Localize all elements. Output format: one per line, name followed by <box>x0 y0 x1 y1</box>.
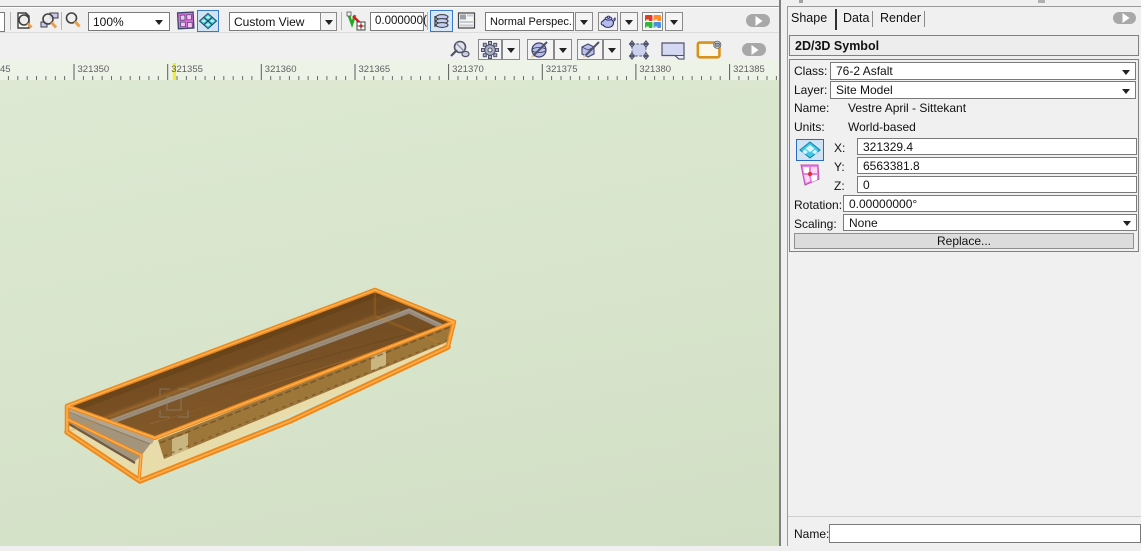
svg-text:321375: 321375 <box>546 64 578 75</box>
svg-text:321360: 321360 <box>265 64 297 75</box>
svg-text:321385: 321385 <box>733 64 765 75</box>
svg-text:321365: 321365 <box>359 64 391 75</box>
svg-text:321380: 321380 <box>639 64 671 75</box>
svg-text:321370: 321370 <box>452 64 484 75</box>
svg-text:45: 45 <box>0 64 11 75</box>
svg-text:321350: 321350 <box>78 64 110 75</box>
svg-text:321355: 321355 <box>171 64 203 75</box>
